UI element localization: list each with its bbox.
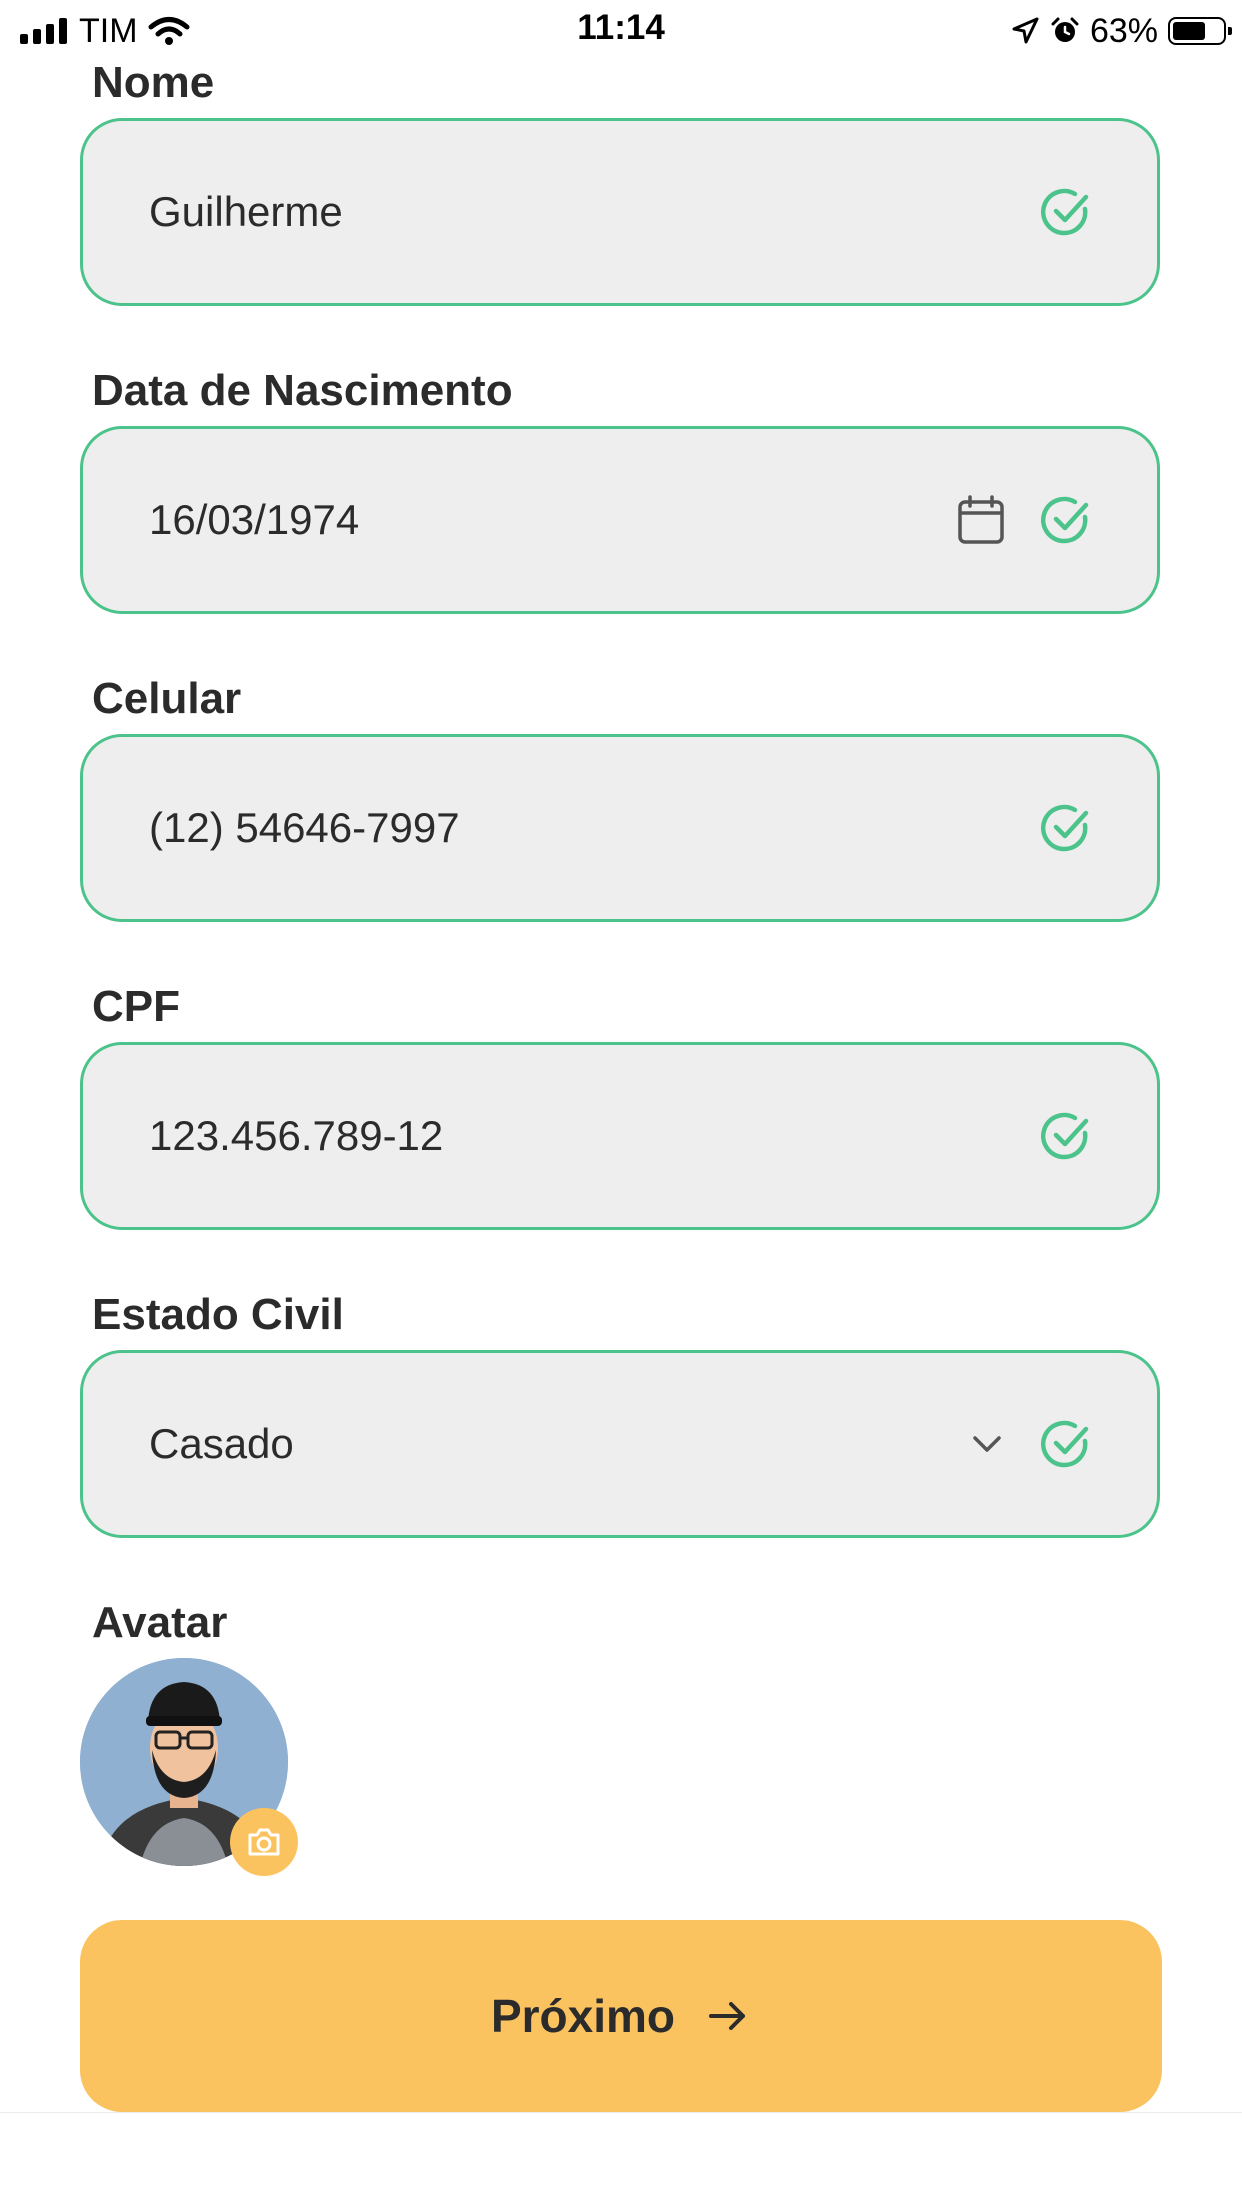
cpf-label: CPF: [92, 982, 180, 1031]
name-label: Nome: [92, 58, 215, 107]
next-button[interactable]: Próximo: [80, 1920, 1162, 2112]
check-circle-icon: [1040, 188, 1089, 236]
birthdate-value: 16/03/1974: [149, 496, 360, 543]
name-field[interactable]: Guilherme: [80, 118, 1160, 306]
camera-icon: [248, 1828, 280, 1856]
marital-status-select[interactable]: Casado: [80, 1350, 1160, 1538]
bottom-divider: [0, 2112, 1242, 2113]
change-avatar-button[interactable]: [230, 1808, 298, 1876]
status-bar: TIM 11:14 63%: [0, 0, 1242, 62]
alarm-icon: [1051, 17, 1079, 42]
birthdate-field[interactable]: 16/03/1974: [80, 426, 1160, 614]
phone-value: (12) 54646-7997: [149, 804, 460, 851]
check-circle-icon: [1040, 1112, 1089, 1160]
check-circle-icon: [1040, 1420, 1089, 1468]
birthdate-label: Data de Nascimento: [92, 366, 513, 415]
phone-field[interactable]: (12) 54646-7997: [80, 734, 1160, 922]
avatar-picker[interactable]: [80, 1658, 300, 1878]
phone-label: Celular: [92, 674, 242, 723]
cpf-field[interactable]: 123.456.789-12: [80, 1042, 1160, 1230]
location-arrow-icon: [1012, 17, 1039, 44]
marital-status-label: Estado Civil: [92, 1290, 344, 1339]
calendar-icon[interactable]: [955, 494, 1007, 546]
arrow-right-icon: [709, 2002, 746, 2030]
next-button-label: Próximo: [490, 1990, 676, 2042]
battery-icon: [1168, 17, 1232, 45]
chevron-down-icon[interactable]: [967, 1424, 1007, 1464]
avatar-label: Avatar: [92, 1598, 228, 1647]
marital-status-value: Casado: [149, 1420, 294, 1467]
battery-percentage: 63%: [1089, 11, 1158, 50]
name-value: Guilherme: [149, 188, 343, 235]
check-circle-icon: [1040, 496, 1089, 544]
cpf-value: 123.456.789-12: [149, 1112, 444, 1159]
check-circle-icon: [1040, 804, 1089, 852]
